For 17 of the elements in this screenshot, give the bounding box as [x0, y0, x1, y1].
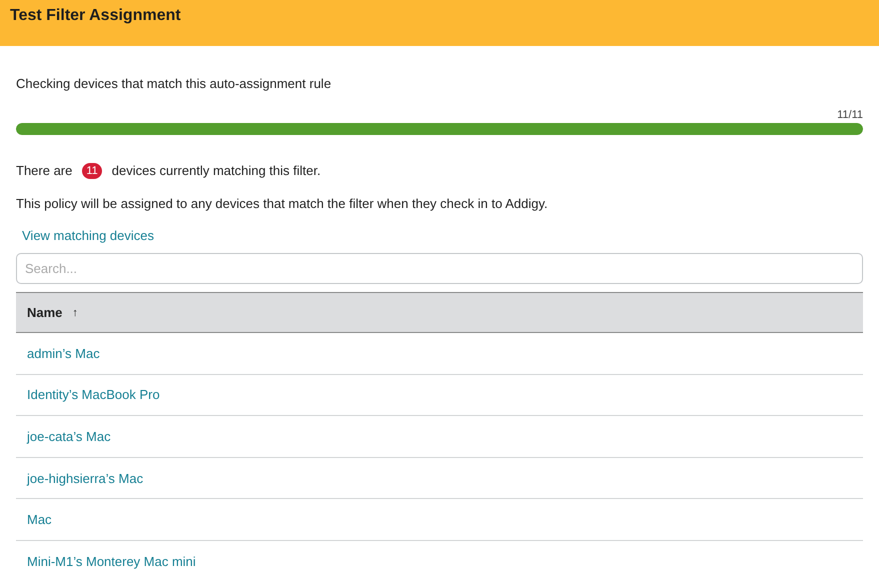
progress-reading: 11/11	[837, 109, 863, 123]
sort-icon[interactable]: ↑	[72, 306, 78, 318]
view-devices-link[interactable]: View matching devices	[22, 228, 154, 244]
device-link[interactable]: Mac	[27, 512, 52, 528]
dialog-title: Test Filter Assignment	[10, 7, 181, 25]
count-badge: 11	[82, 163, 102, 179]
device-link[interactable]: Identity’s MacBook Pro	[27, 387, 160, 402]
summary-text: There are	[16, 163, 72, 179]
summary-text: devices currently matching this filter.	[112, 163, 321, 179]
device-link[interactable]: admin’s Mac	[27, 346, 100, 361]
column-header[interactable]: Name	[27, 305, 62, 320]
device-link[interactable]: joe-cata’s Mac	[27, 428, 111, 444]
device-link[interactable]: joe-highsierra’s Mac	[27, 470, 144, 486]
status-text: Checking devices that match this auto-assignment rule	[16, 76, 332, 92]
policy-note: This policy will be assigned to any devices that match the filter when they check in to Addigy.	[16, 196, 549, 212]
device-link[interactable]: Mini-M1’s Monterey Mac mini	[27, 554, 196, 569]
search-field[interactable]: Search...	[16, 253, 863, 284]
